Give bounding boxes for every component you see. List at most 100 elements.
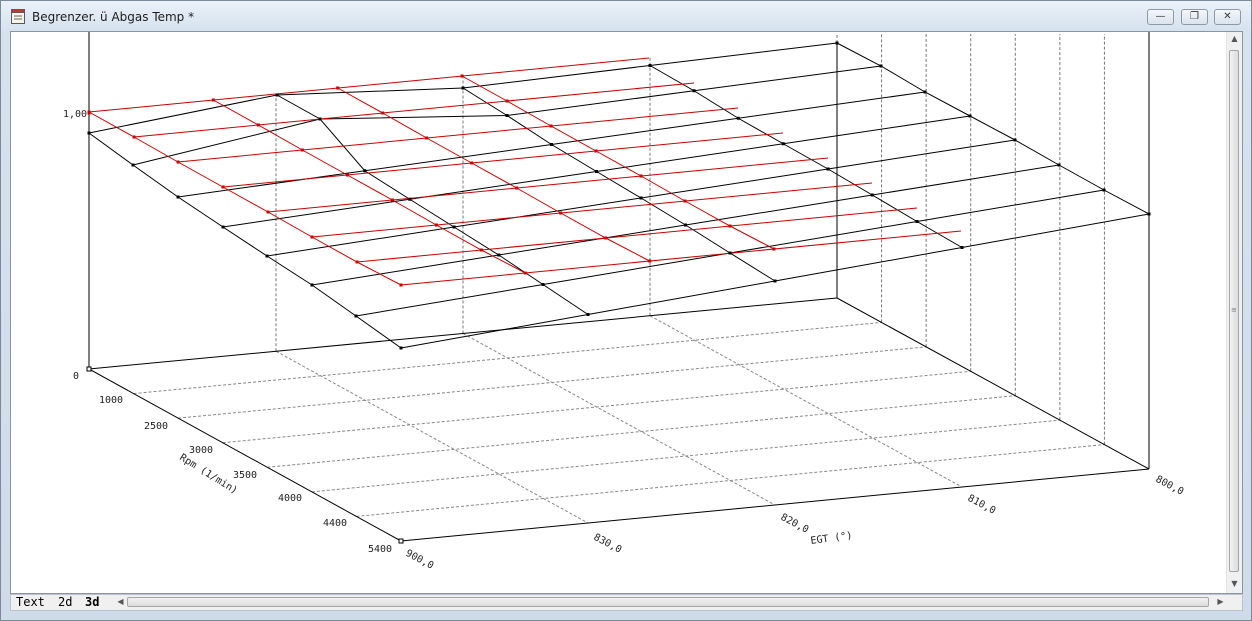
highlight-wire [133,82,695,138]
surface-point [692,89,696,93]
surface-point [452,225,456,229]
grid-floor-line [267,395,1016,468]
tab-text[interactable]: Text [13,595,48,610]
surface-point [648,64,652,67]
surface-point [87,131,91,135]
axis-corner-marker [398,538,404,544]
surface-point [408,197,412,201]
highlight-wire [337,87,650,262]
highlight-wire [267,157,829,213]
plot-area[interactable]: 1,00 0 1000 2500 3000 3500 4000 4400 5400 Rpm (1/… [10,31,1243,594]
surface-point [915,220,919,223]
z-tick-label: 0 [73,371,79,382]
surface-point [461,86,465,90]
highlight-wire [400,230,962,286]
restore-icon: ❐ [1190,11,1199,22]
close-button[interactable]: ✕ [1214,9,1241,25]
surface-point [1057,163,1061,167]
egt-axis-label: EGT (°) [810,530,853,547]
rpm-tick-label: 5400 [368,544,392,555]
surface-point [586,313,590,316]
rpm-tick-label: 1000 [99,395,123,406]
surface-point [176,195,180,199]
horizontal-scroll-thumb[interactable] [127,597,1209,607]
rpm-tick-label: 4000 [278,493,302,504]
scroll-right-icon[interactable]: ▶ [1213,597,1228,606]
rpm-tick-label: 4400 [323,518,347,529]
scroll-left-icon[interactable]: ◀ [113,597,128,606]
surface-point [639,196,643,200]
surface-point [736,116,740,120]
surface-point [354,314,358,318]
surface-point [399,346,403,350]
grid-floor-line [311,419,1060,493]
minimize-button[interactable]: — [1147,9,1174,25]
surface-plot-3d[interactable]: 1,00 0 1000 2500 3000 3500 4000 4400 5400 Rpm (1/… [11,32,1227,593]
surface-point [826,167,830,171]
horizontal-scrollbar[interactable]: ◀ ▶ [117,595,1227,610]
close-icon: ✕ [1223,11,1232,22]
tab-3d[interactable]: 3d [82,595,102,610]
surface-point [960,246,964,249]
vertical-scrollbar[interactable]: ▲ ≡ ▼ [1226,32,1242,593]
scroll-up-icon[interactable]: ▲ [1227,34,1242,43]
surface-point [363,169,367,173]
egt-tick-label: 900,0 [404,548,436,572]
z-tick-label: 1,00 [63,109,87,120]
surface-point [923,90,927,94]
surface-point [275,93,279,97]
surface-point [728,251,732,255]
egt-tick-label: 830,0 [592,532,624,556]
surface-point [1147,212,1151,216]
surface-point [265,254,269,258]
minimize-icon: — [1155,11,1166,22]
surface-point [318,117,322,121]
egt-tick-label: 810,0 [966,493,998,517]
egt-tick-label: 820,0 [779,512,811,536]
grid-floor-line [275,350,589,524]
surface-wire [88,132,402,349]
rpm-tick-label: 3000 [189,445,213,456]
bottom-bar: Text 2d 3d ◀ ▶ [10,594,1243,611]
surface-point [781,142,785,146]
window-title: Begrenzer. ü Abgas Temp * [32,10,195,24]
floor-edge [836,297,1150,470]
surface-point [541,283,545,286]
highlight-wire [461,75,775,250]
app-icon [11,9,25,24]
grid-floor-line [222,370,971,444]
highlight-wire [222,132,784,188]
grid-floor-line [178,346,927,419]
surface-point [595,170,598,173]
z-tick-mark [87,111,91,115]
surface-point [968,114,972,118]
highlight-wire [88,57,650,113]
scroll-down-icon[interactable]: ▼ [1227,579,1242,588]
surface-point [221,225,225,229]
tab-2d[interactable]: 2d [55,595,75,610]
surface-point [870,193,874,197]
grid-floor-line [133,321,882,395]
app-window: Begrenzer. ü Abgas Temp * — ❐ ✕ 1,00 0 100… [0,0,1252,621]
title-bar[interactable]: Begrenzer. ü Abgas Temp * — ❐ ✕ [1,1,1251,31]
surface-point [550,143,553,146]
rpm-tick-label: 3500 [233,470,257,481]
highlight-wire [213,99,526,274]
surface-point [879,64,883,68]
surface-point [1013,138,1017,142]
vertical-scroll-thumb[interactable]: ≡ [1229,50,1239,572]
surface-point [505,114,509,117]
surface-point [310,283,314,287]
surface-point [684,223,687,227]
surface-point [773,279,777,283]
restore-button[interactable]: ❐ [1181,9,1208,25]
rpm-axis-label: Rpm (1/min) [177,452,239,496]
rpm-tick-label: 2500 [144,421,168,432]
surface-point [131,163,135,167]
axis-rpm [88,368,402,542]
surface-point [1102,188,1106,192]
surface-point [835,41,839,45]
grip-icon: ≡ [1231,306,1237,314]
surface-point [497,253,501,257]
grid-floor-line [462,333,776,506]
